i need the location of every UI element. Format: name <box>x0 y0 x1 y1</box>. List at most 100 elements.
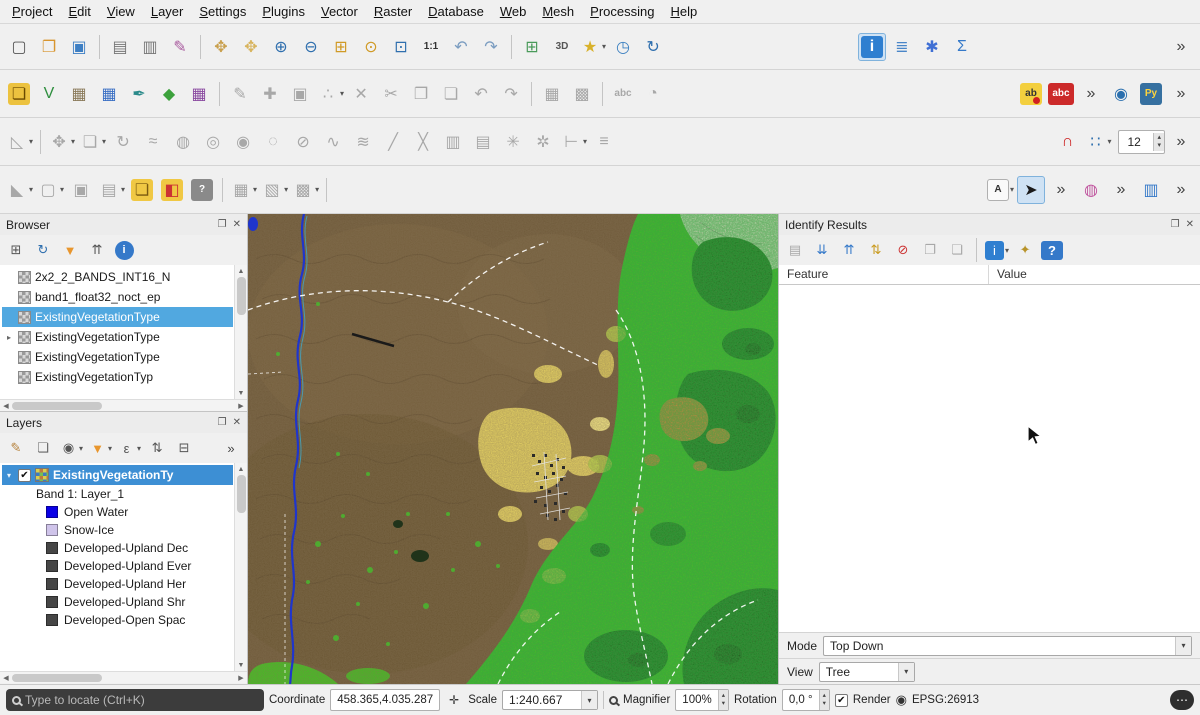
layer-notes-button[interactable]: ◧ <box>158 176 186 204</box>
float-panel-icon[interactable]: ❐ <box>1171 219 1180 230</box>
metasearch-button[interactable]: ◉ <box>1107 80 1135 108</box>
show-layout-manager-button[interactable]: ▥ <box>136 33 164 61</box>
identify-settings-button[interactable]: ✦ <box>1013 238 1037 262</box>
merge-features-button[interactable]: ▥ <box>439 128 467 156</box>
menu-mesh[interactable]: Mesh <box>534 1 582 22</box>
style-manager-button[interactable]: ✎ <box>166 33 194 61</box>
add-mesh-layer-button[interactable]: ▦ <box>95 80 123 108</box>
layout-toolbox-button[interactable]: ▥ <box>1137 176 1165 204</box>
save-layer-edits-button[interactable]: ▣ <box>286 80 314 108</box>
float-panel-icon[interactable]: ❐ <box>218 417 227 428</box>
scroll-thumb[interactable] <box>237 277 246 315</box>
identify-help-button[interactable]: ? <box>1040 238 1064 262</box>
paste-features-button[interactable]: ❏ <box>437 80 465 108</box>
offset-curve-button[interactable]: ∿ <box>319 128 347 156</box>
identify-results-body[interactable] <box>779 285 1200 632</box>
mesh-digitizing-button[interactable]: ▦▾ <box>229 176 258 204</box>
new-map-view-button[interactable]: ⊞ <box>518 33 546 61</box>
rotate-point-symbols-button[interactable]: ✳ <box>499 128 527 156</box>
zoom-native-button[interactable]: 1:1 <box>417 33 445 61</box>
help-contents-button[interactable]: ? <box>188 176 216 204</box>
undo-button[interactable]: ↶ <box>467 80 495 108</box>
add-selected-layers-button[interactable]: ⊞ <box>4 238 28 262</box>
scroll-thumb[interactable] <box>237 475 246 513</box>
label-toolbar-abc-button[interactable]: abc <box>1047 80 1075 108</box>
expand-tree-button[interactable]: ⇊ <box>810 238 834 262</box>
add-ring-button[interactable]: ◍ <box>169 128 197 156</box>
delete-selected-button[interactable]: ✕ <box>347 80 375 108</box>
rotate-feature-button[interactable]: ↻ <box>109 128 137 156</box>
menu-help[interactable]: Help <box>662 1 705 22</box>
menu-plugins[interactable]: Plugins <box>254 1 313 22</box>
save-project-button[interactable]: ▣ <box>65 33 93 61</box>
browser-item[interactable]: band1_float32_noct_ep <box>2 287 233 307</box>
browser-vscrollbar[interactable]: ▲ ▼ <box>234 265 247 399</box>
layers-vscrollbar[interactable]: ▲ ▼ <box>234 463 247 671</box>
copy-move-feature-button[interactable]: ❏▾ <box>78 128 107 156</box>
layer-item-root[interactable]: ▾✔ExistingVegetationTy <box>2 465 233 485</box>
scroll-thumb[interactable] <box>12 674 102 682</box>
toolbar-overflow-button[interactable]: » <box>1077 80 1105 108</box>
expand-collapse-tree-button[interactable]: ⇅ <box>145 436 169 460</box>
add-feature-button[interactable]: ✚ <box>256 80 284 108</box>
menu-raster[interactable]: Raster <box>366 1 420 22</box>
scroll-right-icon[interactable]: ▶ <box>235 674 247 682</box>
open-project-button[interactable]: ❐ <box>35 33 63 61</box>
zoom-last-button[interactable]: ↶ <box>447 33 475 61</box>
sum-features-button[interactable]: Σ <box>948 33 976 61</box>
scroll-left-icon[interactable]: ◀ <box>0 402 12 410</box>
menu-settings[interactable]: Settings <box>191 1 254 22</box>
locate-search-input[interactable]: Type to locate (Ctrl+K) <box>6 689 264 711</box>
toolbar-overflow-button[interactable]: » <box>1167 176 1195 204</box>
deselect-features-button[interactable]: ▣ <box>67 176 95 204</box>
simplify-feature-button[interactable]: ≈ <box>139 128 167 156</box>
layer-labeling-button[interactable]: abc <box>609 80 637 108</box>
split-features-button[interactable]: ╱ <box>379 128 407 156</box>
filter-legend-button[interactable]: ▼▾ <box>87 436 113 460</box>
close-panel-icon[interactable]: ✕ <box>233 417 241 428</box>
print-result-button[interactable]: ❏ <box>945 238 969 262</box>
refresh-map-button[interactable]: ↻ <box>639 33 667 61</box>
messages-button[interactable]: ⋯ <box>1170 690 1194 710</box>
redo-button[interactable]: ↷ <box>497 80 525 108</box>
scroll-thumb[interactable] <box>12 402 102 410</box>
statistical-summary-button[interactable]: ≣ <box>888 33 916 61</box>
toolbar-overflow-button[interactable]: » <box>1167 128 1195 156</box>
pan-map-button[interactable]: ✥ <box>207 33 235 61</box>
extents-toggle-icon[interactable]: ✛ <box>445 691 463 709</box>
layers-hscrollbar[interactable]: ◀ ▶ <box>0 671 247 683</box>
scroll-down-icon[interactable]: ▼ <box>235 659 247 671</box>
split-parts-button[interactable]: ╳ <box>409 128 437 156</box>
mesh-selection-button[interactable]: ▩▾ <box>291 176 320 204</box>
scroll-down-icon[interactable]: ▼ <box>235 387 247 399</box>
delete-part-button[interactable]: ⊘ <box>289 128 317 156</box>
delete-ring-button[interactable]: ◌ <box>259 128 287 156</box>
value-column-header[interactable]: Value <box>989 265 1035 284</box>
new-project-button[interactable]: ▢ <box>5 33 33 61</box>
vertex-tool-current-button[interactable]: ∷▾ <box>1083 128 1112 156</box>
new-3d-map-view-button[interactable]: 3D <box>548 33 576 61</box>
trim-extend-button[interactable]: ⊢▾ <box>559 128 588 156</box>
filter-by-expression-button[interactable]: ε▾ <box>116 436 142 460</box>
scroll-right-icon[interactable]: ▶ <box>235 402 247 410</box>
manage-map-themes-button[interactable]: ◉▾ <box>58 436 84 460</box>
remove-layer-button[interactable]: ⊟ <box>172 436 196 460</box>
browser-item[interactable]: ExistingVegetationType <box>2 307 233 327</box>
filter-browser-button[interactable]: ▼ <box>58 238 82 262</box>
map-canvas[interactable] <box>248 214 778 684</box>
close-panel-icon[interactable]: ✕ <box>1186 219 1194 230</box>
select-tools-button[interactable]: ◣▾ <box>5 176 34 204</box>
float-panel-icon[interactable]: ❐ <box>218 219 227 230</box>
refresh-browser-button[interactable]: ↻ <box>31 238 55 262</box>
db-manager-button[interactable]: ◍ <box>1077 176 1105 204</box>
legend-item[interactable]: Open Water <box>2 503 233 521</box>
toggle-editing-button[interactable]: ✎ <box>226 80 254 108</box>
browser-hscrollbar[interactable]: ◀ ▶ <box>0 399 247 411</box>
add-raster-layer-button[interactable]: ▦ <box>65 80 93 108</box>
zoom-to-layer-button[interactable]: ⊡ <box>387 33 415 61</box>
fill-ring-button[interactable]: ◉ <box>229 128 257 156</box>
snapping-toggle-button[interactable]: ∩ <box>1053 128 1081 156</box>
scale-combobox[interactable]: 1:240.667 ▾ <box>502 690 598 710</box>
legend-item[interactable]: Developed-Upland Her <box>2 575 233 593</box>
pan-to-selection-button[interactable]: ✥ <box>237 33 265 61</box>
